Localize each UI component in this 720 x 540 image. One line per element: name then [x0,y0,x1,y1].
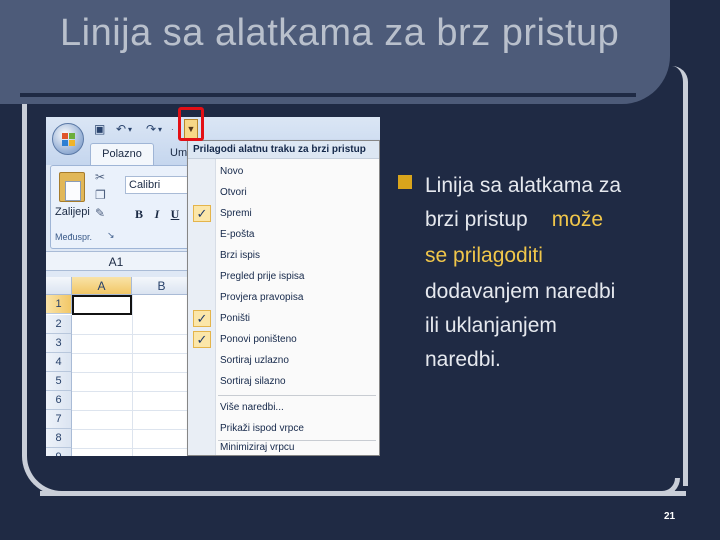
title-underline [20,93,636,97]
frame-decoration [40,478,680,496]
menu-separator [218,395,376,396]
bullet-highlight: može [551,208,604,231]
grid-line [132,295,133,456]
menu-item-email[interactable]: ✓E-pošta [188,224,379,245]
row-header[interactable]: 5 [46,372,72,391]
menu-item-label: Ponovi poništeno [220,334,297,345]
name-box[interactable]: A1 [86,254,146,270]
menu-item-sort-descending[interactable]: ✓Sortiraj silazno [188,371,379,392]
column-header[interactable]: A [72,277,132,295]
highlight-box [178,107,204,141]
menu-item-label: Provjera pravopisa [220,292,304,303]
menu-item-new[interactable]: ✓Novo [188,161,379,182]
underline-button[interactable]: U [167,206,183,222]
check-icon: ✓ [193,331,211,348]
menu-header: Prilagodi alatnu traku za brzi pristup [188,141,379,159]
row-header[interactable]: 4 [46,353,72,372]
slide-title: Linija sa alatkama za brz pristup [60,12,620,54]
undo-icon[interactable]: ↶ [116,122,126,136]
undo-dropdown-icon[interactable]: ▾ [128,125,132,139]
redo-icon[interactable]: ↷ [146,122,156,136]
bullet-text: brzi pristup [425,208,528,231]
menu-item-quick-print[interactable]: ✓Brzi ispis [188,245,379,266]
office-button[interactable] [52,123,84,155]
menu-item-label: Poništi [220,313,251,324]
menu-item-spelling[interactable]: ✓Provjera pravopisa [188,287,379,308]
paste-icon[interactable] [59,172,85,202]
dialog-launcher-icon[interactable]: ↘ [107,230,115,241]
row-header[interactable]: 2 [46,315,72,334]
bullet-line: ili uklanjanjem [425,314,557,337]
menu-item-label: Brzi ispis [220,250,261,261]
menu-item-label: Više naredbi... [220,402,284,413]
clipboard-group-label: Međuspr. [55,232,93,242]
active-cell[interactable] [72,295,132,315]
menu-item-undo[interactable]: ✓ Poništi [188,308,379,329]
page-number: 21 [664,511,676,522]
cut-icon[interactable]: ✂ [95,170,109,184]
menu-item-show-below-ribbon[interactable]: ✓Prikaži ispod vrpce [188,418,379,439]
menu-item-label: Spremi [220,208,252,219]
menu-item-label: Otvori [220,187,247,198]
menu-item-label: Minimiziraj vrpcu [220,442,295,453]
menu-item-label: E-pošta [220,229,255,240]
redo-dropdown-icon[interactable]: ▾ [158,125,162,139]
menu-item-more-commands[interactable]: ✓Više naredbi... [188,397,379,418]
format-painter-icon[interactable]: ✎ [95,206,109,220]
separator-icon: · [171,125,174,134]
row-header[interactable]: 1 [46,295,72,314]
excel-screenshot: ▣ ↶ ▾ ↷ ▾ · ▼ Polazno Um Zalijepi ✂ ❐ ✎ … [46,117,380,456]
menu-item-label: Sortiraj uzlazno [220,355,289,366]
paste-button-label[interactable]: Zalijepi [55,206,90,218]
row-header[interactable]: 7 [46,410,72,429]
bullet-line: brzi pristup može [425,208,603,232]
row-header[interactable]: 9 [46,448,72,456]
office-logo-icon [62,133,76,147]
menu-item-label: Novo [220,166,244,177]
menu-item-minimize-ribbon[interactable]: ✓Minimiziraj vrpcu [188,437,379,456]
row-header[interactable]: 6 [46,391,72,410]
bullet-line: naredbi. [425,348,501,371]
check-icon: ✓ [193,310,211,327]
row-header[interactable]: 8 [46,429,72,448]
menu-item-print-preview[interactable]: ✓Pregled prije ispisa [188,266,379,287]
menu-item-open[interactable]: ✓Otvori [188,182,379,203]
bold-button[interactable]: B [131,206,147,222]
check-icon: ✓ [193,205,211,222]
menu-item-label: Sortiraj silazno [220,376,286,387]
menu-item-save[interactable]: ✓ Spremi [188,203,379,224]
select-all-corner[interactable] [46,277,72,295]
bullet-line: dodavanjem naredbi [425,280,616,303]
save-icon[interactable]: ▣ [94,122,105,136]
font-name-field[interactable]: Calibri [125,176,191,194]
menu-item-label: Prikaži ispod vrpce [220,423,304,434]
italic-button[interactable]: I [149,206,165,222]
menu-item-label: Pregled prije ispisa [220,271,305,282]
bullet-highlight: se prilagoditi [425,244,543,267]
customize-quick-access-menu: Prilagodi alatnu traku za brzi pristup ✓… [187,140,380,456]
copy-icon[interactable]: ❐ [95,188,109,202]
tab-home[interactable]: Polazno [90,143,154,165]
menu-item-redo[interactable]: ✓ Ponovi poništeno [188,329,379,350]
row-header[interactable]: 3 [46,334,72,353]
column-header[interactable]: B [132,277,192,295]
bullet-line: Linija sa alatkama za [425,174,622,197]
menu-item-sort-ascending[interactable]: ✓Sortiraj uzlazno [188,350,379,371]
bullet-square-icon [398,175,412,189]
